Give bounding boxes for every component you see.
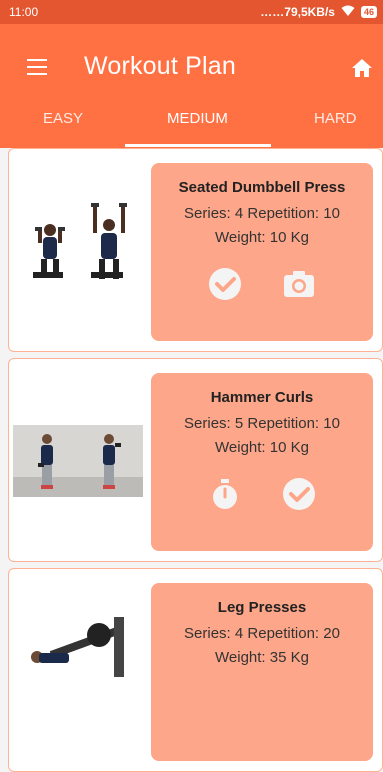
weight: Weight: 10 Kg (215, 229, 309, 246)
stopwatch-icon[interactable] (208, 477, 242, 511)
tab-indicator (125, 144, 271, 147)
page-title: Workout Plan (84, 52, 237, 80)
check-icon[interactable] (208, 267, 242, 301)
exercise-image (13, 197, 143, 297)
menu-icon[interactable] (27, 59, 47, 75)
series-repetition: Series: 4 Repetition: 20 (184, 625, 340, 642)
home-icon[interactable] (351, 58, 373, 78)
exercise-actions (151, 267, 373, 301)
exercise-card[interactable]: Leg Presses Series: 4 Repetition: 20 Wei… (8, 568, 383, 772)
exercise-name: Seated Dumbbell Press (178, 179, 346, 196)
series-repetition: Series: 4 Repetition: 10 (184, 205, 340, 222)
exercise-name: Leg Presses (217, 599, 307, 616)
wifi-icon (341, 5, 355, 20)
weight: Weight: 35 Kg (215, 649, 309, 666)
check-icon[interactable] (282, 477, 316, 511)
series-repetition: Series: 5 Repetition: 10 (184, 415, 340, 432)
battery-icon: 46 (360, 6, 377, 18)
status-bar: 11:00 ……79,5KB/s 46 (0, 0, 383, 24)
status-time: 11:00 (9, 5, 39, 19)
app-bar: Workout Plan EASY MEDIUM HARD (0, 24, 383, 148)
exercise-details: Hammer Curls Series: 5 Repetition: 10 We… (151, 373, 373, 551)
difficulty-tabs: EASY MEDIUM HARD (0, 108, 383, 148)
camera-icon[interactable] (282, 267, 316, 301)
exercise-image (19, 609, 149, 709)
weight: Weight: 10 Kg (215, 439, 309, 456)
tab-medium[interactable]: MEDIUM (167, 108, 228, 148)
tab-hard[interactable]: HARD (314, 108, 357, 148)
exercise-details: Seated Dumbbell Press Series: 4 Repetiti… (151, 163, 373, 341)
tab-easy[interactable]: EASY (43, 108, 83, 148)
exercise-card[interactable]: Hammer Curls Series: 5 Repetition: 10 We… (8, 358, 383, 562)
network-speed: ……79,5KB/s (260, 5, 335, 19)
exercise-card[interactable]: Seated Dumbbell Press Series: 4 Repetiti… (8, 148, 383, 352)
exercise-details: Leg Presses Series: 4 Repetition: 20 Wei… (151, 583, 373, 761)
exercise-image (13, 425, 143, 525)
exercise-actions (151, 477, 373, 511)
exercise-name: Hammer Curls (210, 389, 314, 406)
